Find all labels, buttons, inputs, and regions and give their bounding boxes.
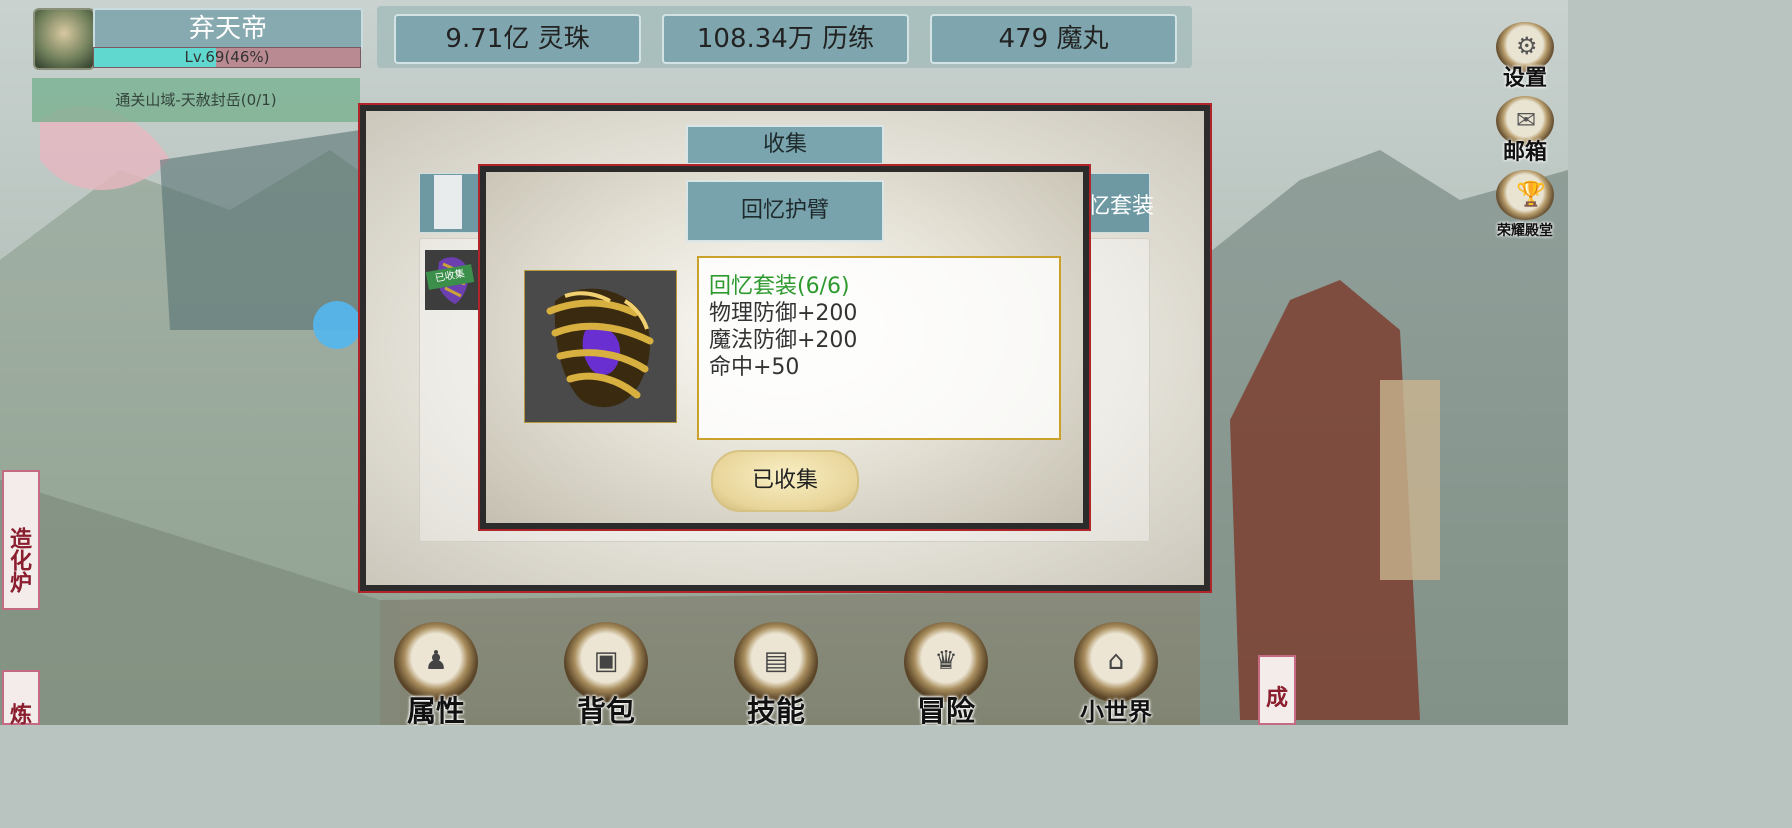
resource-experience: 108.34万 历练 <box>662 14 909 64</box>
collected-button[interactable]: 已收集 <box>711 450 859 512</box>
nav-small-world[interactable]: ⌂ 小世界 <box>1060 622 1170 726</box>
quest-tracker[interactable]: 通关山域-天赦封岳(0/1) <box>32 78 360 122</box>
nav-adventure-label: 冒险 <box>916 694 975 728</box>
resource-demon-pills: 479 魔丸 <box>930 14 1177 64</box>
player-avatar[interactable] <box>33 8 95 70</box>
item-name: 回忆护臂 <box>686 180 884 242</box>
stat-accuracy: 命中+50 <box>709 355 800 380</box>
hall-of-glory-label: 荣耀殿堂 <box>1497 223 1553 239</box>
settings-label: 设置 <box>1502 65 1547 91</box>
collection-tab-left[interactable] <box>434 175 462 229</box>
nav-bag[interactable]: ▣ 背包 <box>550 622 660 728</box>
player-name: 弃天帝 <box>93 8 363 50</box>
hall-of-glory-button[interactable]: 🏆 荣耀殿堂 <box>1492 170 1558 240</box>
nav-adventure[interactable]: ♛ 冒险 <box>890 622 1000 728</box>
refine-button[interactable]: 炼 <box>2 670 40 728</box>
achievement-button[interactable]: 成 <box>1258 655 1296 725</box>
collection-title: 收集 <box>686 125 884 165</box>
resource-spirit-pearls: 9.71亿 灵珠 <box>394 14 641 64</box>
nav-skills-label: 技能 <box>746 694 805 728</box>
world-glyph: ⌂ <box>1107 646 1125 676</box>
nav-skills[interactable]: ▤ 技能 <box>720 622 830 728</box>
creation-furnace-button[interactable]: 造化炉 <box>2 470 40 610</box>
nav-attributes[interactable]: ♟ 属性 <box>380 622 490 728</box>
attributes-glyph: ♟ <box>424 646 448 676</box>
level-progress-bar: Lv.69(46%) <box>93 47 361 68</box>
collection-list-item[interactable]: 已收集 <box>425 250 479 310</box>
trophy-icon: 🏆 <box>1496 170 1554 220</box>
settings-button[interactable]: ⚙ 设置 <box>1492 22 1558 92</box>
level-text: Lv.69(46%) <box>184 48 270 66</box>
nav-small-world-label: 小世界 <box>1080 697 1152 726</box>
skills-glyph: ▤ <box>763 646 789 676</box>
armguard-icon <box>546 288 654 408</box>
collection-tab-set[interactable]: 忆套装 <box>1088 188 1154 220</box>
nav-attributes-label: 属性 <box>406 694 465 728</box>
nav-bag-label: 背包 <box>576 694 635 728</box>
item-description: 回忆套装(6/6) 物理防御+200 魔法防御+200 命中+50 <box>697 256 1061 440</box>
item-image <box>524 270 677 423</box>
adventure-glyph: ♛ <box>934 646 958 676</box>
mailbox-button[interactable]: ✉ 邮箱 <box>1492 96 1558 166</box>
bag-glyph: ▣ <box>593 646 619 676</box>
mailbox-label: 邮箱 <box>1502 139 1547 165</box>
